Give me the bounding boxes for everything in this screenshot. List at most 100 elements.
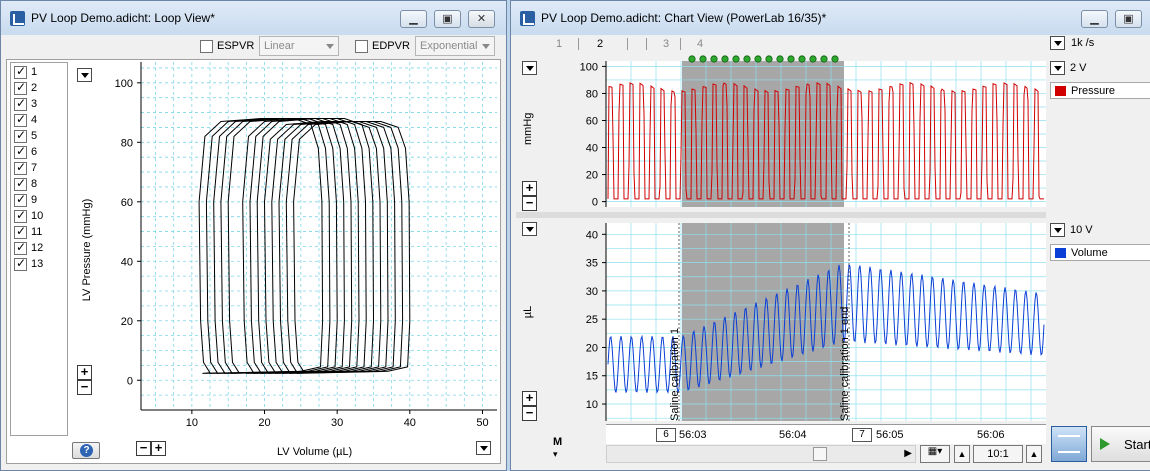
close-button[interactable]: ✕ <box>468 10 495 28</box>
loop-checkbox[interactable] <box>14 176 27 191</box>
minimize-button[interactable]: ▁ <box>400 10 427 28</box>
pressure-zoom-in-button[interactable]: + <box>522 181 537 196</box>
loop-checkbox[interactable] <box>14 240 27 255</box>
y-tick-label: 60 <box>586 115 598 127</box>
loop-checkbox[interactable] <box>14 208 27 223</box>
y-axis-menu-button[interactable] <box>77 68 92 82</box>
loop-view-title: PV Loop Demo.adicht: Loop View* <box>31 11 215 25</box>
pressure-unit-label: mmHg <box>522 112 534 145</box>
volume-range-menu-button[interactable] <box>1050 223 1065 237</box>
maximize-button[interactable]: ▣ <box>434 10 461 28</box>
loop-list-item[interactable]: 1 <box>14 64 64 80</box>
edpvr-mode-select[interactable]: Exponential <box>415 36 495 56</box>
y-tick-label: 20 <box>586 170 598 182</box>
volume-channel-name: Volume <box>1071 247 1108 259</box>
minimize-icon: ▁ <box>1090 13 1099 25</box>
pressure-color-swatch <box>1055 86 1066 96</box>
y-axis-label: LV Pressure (mmHg) <box>81 198 93 302</box>
loop-checkbox[interactable] <box>14 192 27 207</box>
loop-list-item[interactable]: 3 <box>14 96 64 112</box>
espvr-checkbox[interactable] <box>200 40 213 53</box>
x-tick-label: 20 <box>258 417 270 429</box>
zoom-down-button[interactable]: ▲ <box>954 445 970 463</box>
y-tick-label: 0 <box>592 197 598 209</box>
scroll-thumb[interactable] <box>813 447 827 461</box>
event-marker <box>798 55 806 63</box>
x-zoom-out-button[interactable]: − <box>136 441 151 456</box>
chart-view-titlebar[interactable]: PV Loop Demo.adicht: Chart View (PowerLa… <box>511 1 1150 35</box>
maximize-button[interactable]: ▣ <box>1115 10 1142 28</box>
pressure-zoom-out-button[interactable]: − <box>522 196 537 211</box>
y-tick-label: 25 <box>586 314 598 326</box>
x-tick-label: 40 <box>404 417 416 429</box>
loop-checkbox[interactable] <box>14 160 27 175</box>
event-marker <box>809 55 817 63</box>
volume-color-swatch <box>1055 248 1066 258</box>
zoom-up-button[interactable]: ▲ <box>1026 445 1042 463</box>
x-axis-menu-button[interactable] <box>476 441 491 455</box>
pv-loop-plot[interactable]: 10 20 30 40 50 0 20 40 60 80 100 <box>69 60 499 468</box>
volume-zoom-in-button[interactable]: + <box>522 391 537 406</box>
loop-list-item[interactable]: 7 <box>14 160 64 176</box>
loop-list-item[interactable]: 5 <box>14 128 64 144</box>
espvr-mode-select[interactable]: Linear <box>259 36 339 56</box>
loop-list-item[interactable]: 8 <box>14 176 64 192</box>
loop-view-titlebar[interactable]: PV Loop Demo.adicht: Loop View* ▁ ▣ ✕ <box>1 1 506 35</box>
sample-rate-label: 1k /s <box>1071 37 1095 49</box>
loop-checkbox[interactable] <box>14 128 27 143</box>
loop-checkbox[interactable] <box>14 80 27 95</box>
zoom-view-button[interactable]: ▦▾ <box>920 445 950 463</box>
event-marker <box>820 55 828 63</box>
comment-number-7[interactable]: 7 <box>852 428 872 442</box>
minimize-button[interactable]: ▁ <box>1081 10 1108 28</box>
y-zoom-out-button[interactable]: − <box>77 380 92 395</box>
loop-list-item[interactable]: 13 <box>14 256 64 272</box>
pressure-channel-button[interactable]: Pressure <box>1050 82 1150 99</box>
volume-zoom-out-button[interactable]: − <box>522 406 537 421</box>
zoom-ratio-field[interactable]: 10:1 <box>973 445 1023 463</box>
loop-list-item[interactable]: 12 <box>14 240 64 256</box>
sample-rate-menu-button[interactable] <box>1050 36 1065 50</box>
block-label[interactable]: 1 <box>556 38 562 50</box>
event-marker <box>776 55 784 63</box>
loop-checkbox[interactable] <box>14 144 27 159</box>
edpvr-mode-value: Exponential <box>420 40 478 52</box>
start-label: Start <box>1124 437 1150 452</box>
pressure-scale-menu-button[interactable] <box>522 61 537 75</box>
loop-list-item[interactable]: 10 <box>14 208 64 224</box>
pressure-range-menu-button[interactable] <box>1050 61 1065 75</box>
block-label[interactable]: 2 <box>597 38 603 50</box>
block-label[interactable]: 3 <box>663 38 669 50</box>
volume-scale-menu-button[interactable] <box>522 222 537 236</box>
time-tick: 56:03 <box>679 429 707 441</box>
y-tick-label: 35 <box>586 258 598 270</box>
x-zoom-in-button[interactable]: + <box>151 441 166 456</box>
loop-list-item[interactable]: 9 <box>14 192 64 208</box>
scroll-right-icon[interactable]: ▶ <box>904 448 912 459</box>
waveform-icon <box>1058 435 1080 453</box>
comment-number-6[interactable]: 6 <box>656 428 676 442</box>
y-tick-label: 10 <box>586 399 598 411</box>
pressure-channel-name: Pressure <box>1071 85 1116 97</box>
loop-list-item[interactable]: 11 <box>14 224 64 240</box>
y-zoom-in-button[interactable]: + <box>77 365 92 380</box>
loop-checkbox[interactable] <box>14 224 27 239</box>
chart-settings-button[interactable] <box>1051 426 1087 462</box>
chart-traces[interactable]: 0 20 40 60 80 100 10 15 20 25 30 35 40 Saline calibra… <box>516 55 1056 450</box>
loop-label: 5 <box>31 130 38 142</box>
y-tick-label: 20 <box>586 342 598 354</box>
loop-checkbox[interactable] <box>14 64 27 79</box>
horizontal-scrollbar[interactable]: ▶ <box>606 445 916 463</box>
loop-list-item[interactable]: 6 <box>14 144 64 160</box>
loop-list-item[interactable]: 4 <box>14 112 64 128</box>
block-label[interactable]: 4 <box>697 38 703 50</box>
loop-checkbox[interactable] <box>14 256 27 271</box>
edpvr-checkbox[interactable] <box>355 40 368 53</box>
y-tick-label: 80 <box>586 88 598 100</box>
loop-checkbox[interactable] <box>14 96 27 111</box>
loop-list-item[interactable]: 2 <box>14 80 64 96</box>
marker-icon[interactable]: M ▾ <box>553 436 562 460</box>
loop-checkbox[interactable] <box>14 112 27 127</box>
volume-channel-button[interactable]: Volume <box>1050 244 1150 261</box>
start-button[interactable]: Start <box>1091 426 1150 462</box>
